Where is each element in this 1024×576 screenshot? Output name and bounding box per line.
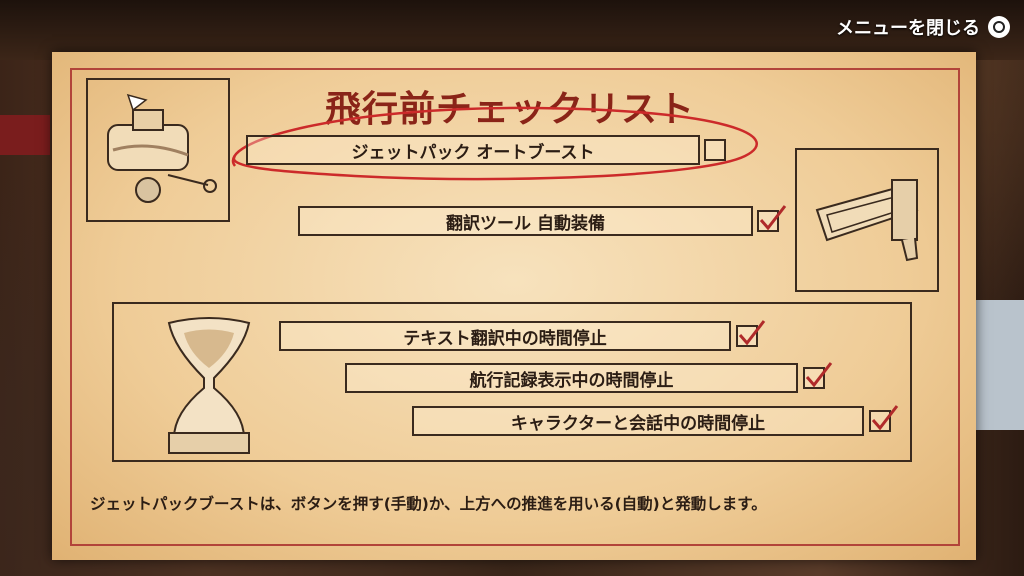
option-pause-conversation[interactable]: キャラクターと会話中の時間停止 (412, 406, 864, 436)
checkbox-jetpack-autoboost[interactable] (704, 139, 726, 161)
translator-illustration (795, 148, 939, 292)
option-label: 翻訳ツール 自動装備 (446, 213, 605, 234)
checkbox-pause-conversation[interactable] (869, 405, 899, 432)
option-jetpack-autoboost[interactable]: ジェットパック オートブースト (246, 135, 700, 165)
background-red-object (0, 115, 50, 155)
jetpack-icon (107, 93, 217, 203)
checkmark-icon (759, 205, 787, 231)
checkbox-pause-log-display[interactable] (803, 362, 833, 389)
option-label: キャラクターと会話中の時間停止 (510, 413, 766, 434)
option-translator-autoequip[interactable]: 翻訳ツール 自動装備 (298, 206, 753, 236)
close-menu-label: メニューを閉じる (836, 18, 980, 39)
translator-tool-icon (815, 179, 919, 262)
option-label: ジェットパック オートブースト (351, 142, 595, 163)
checkmark-icon (738, 320, 766, 346)
checkbox-translator-autoequip[interactable] (757, 205, 787, 232)
checkmark-icon (871, 405, 899, 431)
hourglass-icon (167, 317, 251, 454)
jetpack-illustration (86, 78, 230, 222)
background-white-object (975, 300, 1024, 430)
close-menu-button[interactable]: メニューを閉じる (836, 14, 1010, 40)
option-label: テキスト翻訳中の時間停止 (403, 328, 607, 349)
checkmark-icon (805, 362, 833, 388)
option-label: 航行記録表示中の時間停止 (469, 370, 674, 391)
circle-button-icon (988, 16, 1010, 38)
option-pause-log-display[interactable]: 航行記録表示中の時間停止 (345, 363, 798, 393)
description-text: ジェットパックブーストは、ボタンを押す(手動)か、上方への推進を用いる(自動)と… (90, 495, 767, 513)
option-pause-text-translation[interactable]: テキスト翻訳中の時間停止 (279, 321, 731, 351)
checkbox-pause-text-translation[interactable] (736, 320, 766, 347)
